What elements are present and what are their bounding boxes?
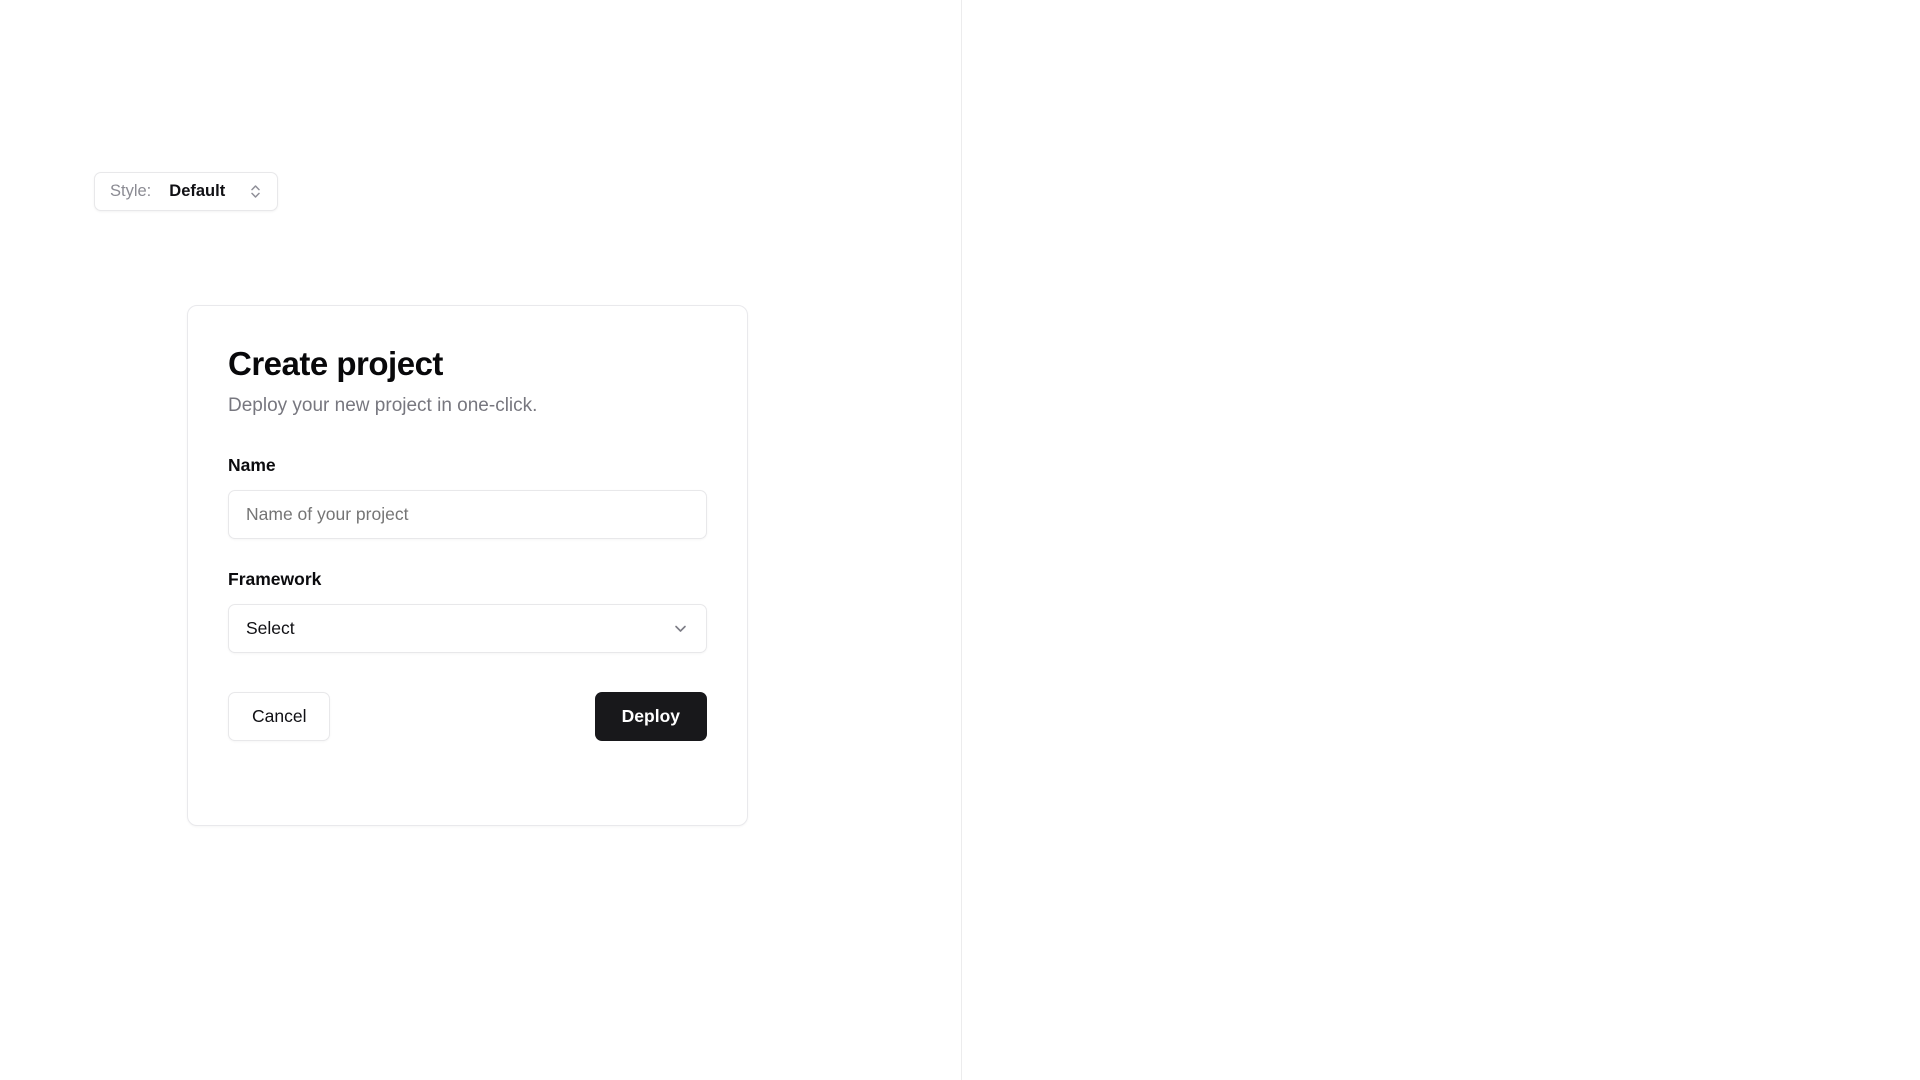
card-title: Create project [228, 345, 443, 382]
card-actions: Cancel Deploy [228, 692, 707, 742]
screenshot-root: Style: Default Create project Deploy you… [0, 0, 1920, 1080]
pane-new-york-style: Style: New York Create project Deploy yo… [962, 0, 1920, 1080]
pane-default-style: Style: Default Create project Deploy you… [0, 0, 961, 1080]
card-description: Deploy your new project in one-click. [228, 395, 538, 417]
cancel-button[interactable]: Cancel [228, 692, 331, 742]
framework-select-value: Select [246, 618, 295, 639]
chevron-up-down-icon [249, 184, 262, 199]
field-group-framework: Framework Select [228, 569, 707, 654]
framework-select[interactable]: Select [228, 604, 707, 654]
style-switcher-label: Style: [110, 182, 152, 200]
name-input[interactable] [228, 490, 707, 540]
name-field-label: Name [228, 455, 276, 476]
chevron-down-icon [672, 620, 689, 637]
style-switcher-value: Default [169, 182, 226, 200]
deploy-button[interactable]: Deploy [594, 692, 707, 742]
field-group-name: Name [228, 455, 707, 540]
style-switcher-default[interactable]: Style: Default [94, 172, 279, 211]
create-project-card-default: Create project Deploy your new project i… [187, 305, 748, 826]
framework-field-label: Framework [228, 569, 322, 590]
